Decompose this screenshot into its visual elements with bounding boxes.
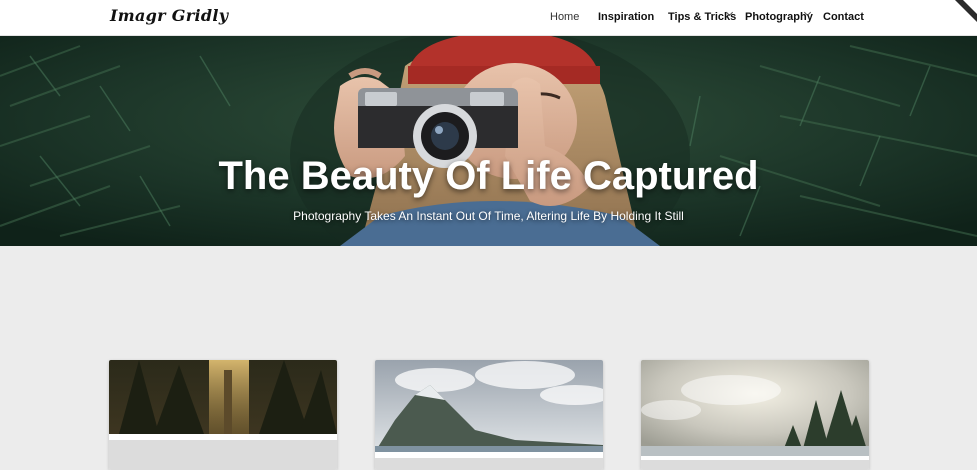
- post-card[interactable]: [641, 360, 869, 470]
- corner-ribbon-fold: [963, 0, 977, 14]
- card-footer: [375, 458, 603, 470]
- card-footer: [109, 440, 337, 470]
- hero-subtitle: Photography Takes An Instant Out Of Time…: [293, 209, 684, 223]
- nav-item-home[interactable]: Home: [550, 11, 579, 23]
- nav-item-inspiration[interactable]: Inspiration: [598, 11, 654, 23]
- nav-item-contact[interactable]: Contact: [823, 11, 864, 23]
- card-footer: [641, 460, 869, 470]
- site-header: Imagr Gridly Home Inspiration Tips & Tri…: [0, 0, 977, 36]
- forest-sunlight-photo[interactable]: [109, 360, 337, 434]
- nav-item-photography[interactable]: Photography: [745, 11, 813, 23]
- hero-title: The Beauty Of Life Captured: [218, 154, 759, 198]
- pine-trees-sky-photo[interactable]: [641, 360, 869, 456]
- post-card[interactable]: [375, 360, 603, 470]
- hero-banner: The Beauty Of Life Captured Photography …: [0, 36, 977, 246]
- site-logo[interactable]: Imagr Gridly: [110, 6, 228, 25]
- mountain-lake-photo[interactable]: [375, 360, 603, 452]
- post-card[interactable]: [109, 360, 337, 470]
